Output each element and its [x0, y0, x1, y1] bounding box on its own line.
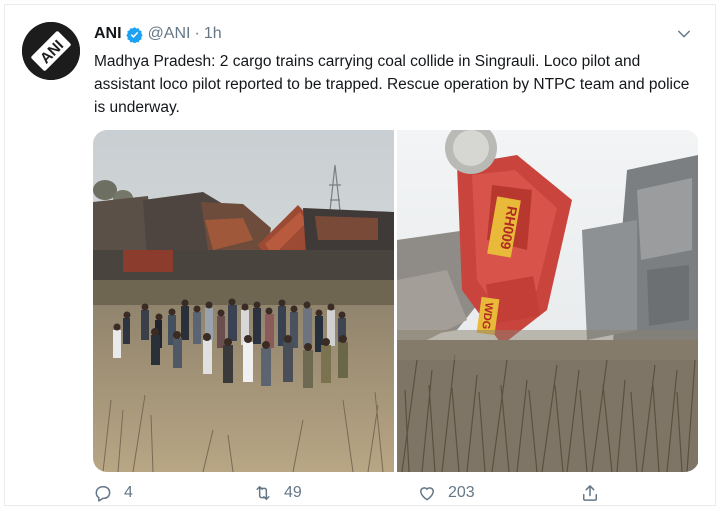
retweet-count: 49: [284, 484, 302, 501]
photo-crowd-at-derailed-train[interactable]: [93, 130, 394, 472]
tweet-header: ANI @ANI · 1h: [94, 25, 222, 43]
reply-button[interactable]: 4: [93, 483, 133, 503]
timestamp[interactable]: 1h: [204, 25, 222, 43]
heart-icon: [420, 487, 434, 501]
avatar[interactable]: ANI: [22, 22, 80, 80]
share-button[interactable]: [580, 483, 600, 503]
tweet-media[interactable]: RH009 WDG: [93, 130, 699, 472]
user-handle[interactable]: @ANI: [148, 25, 191, 43]
reply-count: 4: [124, 484, 133, 501]
separator-dot: ·: [194, 25, 200, 42]
tweet-card[interactable]: ANI ANI @ANI · 1h Madhya Pradesh: 2 carg…: [4, 4, 716, 506]
verified-badge-icon: [125, 26, 143, 43]
photo-overturned-locomotive[interactable]: RH009 WDG: [397, 130, 698, 472]
retweet-icon: [256, 486, 270, 500]
share-icon: [583, 485, 597, 501]
like-button[interactable]: 203: [417, 483, 475, 503]
display-name[interactable]: ANI: [94, 25, 122, 43]
chevron-down-icon[interactable]: [675, 25, 693, 43]
reply-icon: [95, 486, 111, 502]
tweet-text: Madhya Pradesh: 2 cargo trains carrying …: [94, 53, 690, 116]
like-count: 203: [448, 484, 475, 501]
ani-logo: ANI: [22, 22, 80, 80]
retweet-button[interactable]: 49: [253, 483, 302, 503]
tweet-actions: 4 49 203: [93, 483, 633, 507]
